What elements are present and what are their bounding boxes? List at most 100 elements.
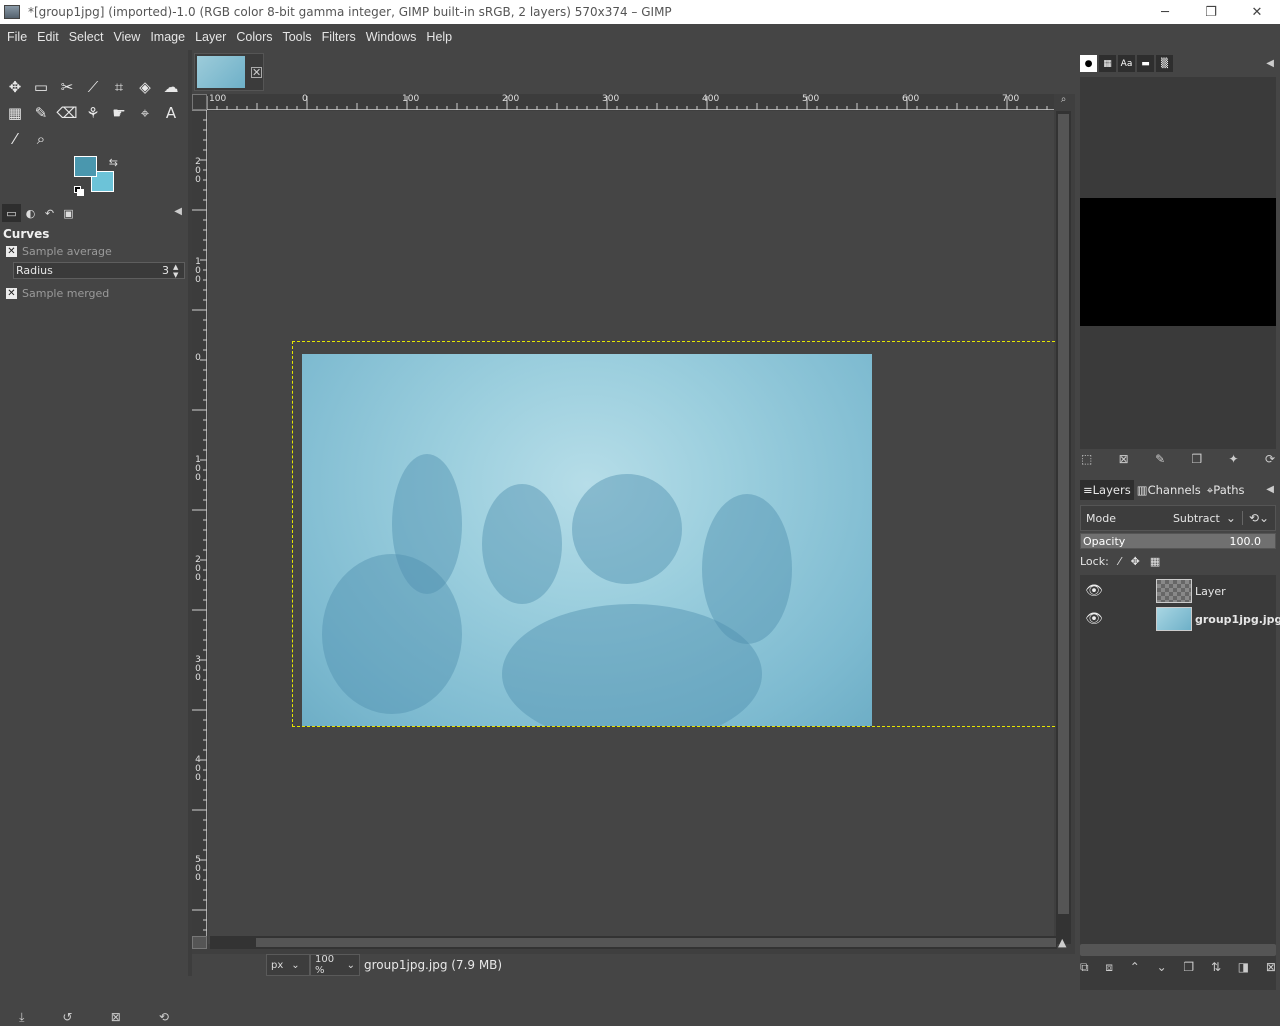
opacity-slider[interactable]: Opacity 100.0 [1080,533,1276,549]
fonts-tab-icon[interactable]: Aa [1118,55,1135,72]
warp-transform-tool-icon[interactable]: ☁ [158,74,184,100]
menu-layer[interactable]: Layer [190,30,231,44]
menu-help[interactable]: Help [421,30,457,44]
paths-tool-icon[interactable]: ⌖ [132,100,158,126]
visibility-eye-icon[interactable]: 👁 [1080,583,1108,599]
navigate-icon[interactable]: ⌕ [1056,94,1071,110]
horizontal-scroll-thumb[interactable] [256,938,1056,947]
free-select-tool-icon[interactable]: ✂ [54,74,80,100]
raise-layer-icon[interactable]: ⌃ [1130,960,1140,975]
visibility-eye-icon[interactable]: 👁 [1080,611,1108,627]
mode-value[interactable]: Subtract [1161,512,1226,525]
refresh-brushes-icon[interactable]: ⟳ [1265,452,1275,466]
patterns-tab-icon[interactable]: ▦ [1099,55,1116,72]
clone-tool-icon[interactable]: ⚘ [80,100,106,126]
maximize-button[interactable]: ❐ [1188,0,1234,24]
tab-menu-icon[interactable]: ◀ [1266,58,1274,69]
zoom-tool-icon[interactable]: ⌕ [28,126,54,152]
menu-view[interactable]: View [108,30,145,44]
lower-layer-icon[interactable]: ⌄ [1157,960,1167,975]
menu-colors[interactable]: Colors [231,30,277,44]
quick-mask-toggle[interactable] [192,936,207,949]
menu-windows[interactable]: Windows [361,30,422,44]
smudge-tool-icon[interactable]: ☛ [106,100,132,126]
mode-switch-icon[interactable]: ⟲⌄ [1241,511,1275,525]
opacity-value[interactable]: 100.0 [1230,535,1262,548]
undo-history-tab-icon[interactable]: ↶ [40,204,59,222]
unified-transform-tool-icon[interactable]: ◈ [132,74,158,100]
vertical-scrollbar[interactable] [1056,111,1071,944]
image-canvas[interactable] [208,111,1070,944]
layer-mode-selector[interactable]: Mode Subtract ⌄ ⟲⌄ [1080,505,1276,531]
lock-position-icon[interactable]: ✥ [1131,555,1140,568]
mask-layer-icon[interactable]: ◨ [1238,960,1249,975]
close-button[interactable]: ✕ [1234,0,1280,24]
unit-selector[interactable]: px ⌄ [266,954,310,976]
tab-paths[interactable]: ⌖ Paths [1204,480,1248,500]
new-layer-group-icon[interactable]: ⧈ [1105,960,1113,975]
close-tab-icon[interactable]: ✕ [251,66,262,78]
text-tool-icon[interactable]: A [158,100,184,126]
tool-presets-tab-icon[interactable]: ▬ [1137,55,1154,72]
sample-average-option[interactable]: ✕ Sample average [6,245,112,258]
tab-channels[interactable]: ▥ Channels [1134,480,1204,500]
eraser-tool-icon[interactable]: ⌫ [54,100,80,126]
sample-average-checkbox[interactable]: ✕ [6,246,17,257]
lock-alpha-icon[interactable]: ▦ [1150,555,1160,568]
duplicate-brush-icon[interactable]: ❒ [1191,452,1202,466]
layer-name[interactable]: Layer [1195,585,1226,598]
select-icon[interactable]: ⬚ [1081,452,1092,466]
zoom-image-when-window-size-changes-icon[interactable]: ▲ [1058,936,1066,949]
delete-brush-icon[interactable]: ⊠ [1119,452,1129,466]
sample-merged-checkbox[interactable]: ✕ [6,288,17,299]
duplicate-layer-icon[interactable]: ❐ [1183,960,1194,975]
images-tab-icon[interactable]: ▣ [59,204,78,222]
spinner-arrows-icon[interactable]: ▲ ▼ [173,263,182,279]
menu-image[interactable]: Image [145,30,190,44]
foreground-color-swatch[interactable] [74,156,97,177]
delete-options-icon[interactable]: ⊠ [111,1010,121,1024]
menu-edit[interactable]: Edit [32,30,64,44]
new-brush-icon[interactable]: ✦ [1229,452,1239,466]
vertical-scroll-thumb[interactable] [1058,114,1069,914]
save-options-icon[interactable]: ⤓ [19,1010,24,1025]
layer-row[interactable]: 👁 Layer [1080,577,1276,605]
minimize-button[interactable]: ─ [1142,0,1188,24]
default-colors-icon[interactable] [74,186,84,196]
swap-colors-icon[interactable]: ⇆ [109,156,118,169]
gradients-tab-icon[interactable]: ▒ [1156,55,1173,72]
horizontal-ruler[interactable]: 100 0 100 200 300 400 500 600 700 [207,94,1054,110]
fuzzy-select-tool-icon[interactable]: ⟋ [80,74,106,100]
rect-select-tool-icon[interactable]: ▭ [28,74,54,100]
ruler-corner[interactable] [192,94,207,110]
zoom-selector[interactable]: 100 % ⌄ [310,954,360,976]
restore-options-icon[interactable]: ↺ [63,1010,73,1024]
tab-layers[interactable]: ≡ Layers [1080,480,1134,500]
crop-tool-icon[interactable]: ⌗ [106,74,132,100]
device-status-tab-icon[interactable]: ◐ [21,204,40,222]
delete-layer-icon[interactable]: ⊠ [1266,960,1276,975]
color-picker-tool-icon[interactable]: ⁄ [2,126,28,152]
layer-row[interactable]: 👁 group1jpg.jpg [1080,605,1280,633]
tab-menu-icon[interactable]: ◀ [174,206,182,217]
menu-tools[interactable]: Tools [277,30,316,44]
lock-pixels-icon[interactable]: ⁄ [1119,555,1121,568]
sample-merged-option[interactable]: ✕ Sample merged [6,287,109,300]
paintbrush-tool-icon[interactable]: ✎ [28,100,54,126]
bucket-fill-tool-icon[interactable]: ▦ [2,100,28,126]
menu-select[interactable]: Select [64,30,109,44]
horizontal-scrollbar[interactable] [210,936,1057,949]
vertical-ruler[interactable]: 2 0 0 1 0 0 0 1 0 0 2 0 0 3 0 0 4 0 0 5 … [192,110,207,945]
radius-spinner[interactable]: Radius 3 ▲ ▼ [13,262,185,279]
menu-filters[interactable]: Filters [317,30,361,44]
reset-options-icon[interactable]: ⟲ [159,1010,169,1024]
radius-value[interactable]: 3 [162,264,169,277]
tool-options-tab-icon[interactable]: ▭ [2,204,21,222]
new-layer-icon[interactable]: ⧉ [1080,960,1089,975]
edit-brush-icon[interactable]: ✎ [1155,452,1165,466]
layer-name[interactable]: group1jpg.jpg [1195,613,1280,626]
tab-menu-icon[interactable]: ◀ [1266,484,1274,495]
merge-layer-icon[interactable]: ⇅ [1211,960,1221,975]
brushes-tab-icon[interactable]: ● [1080,55,1097,72]
image-photo[interactable] [302,354,872,726]
